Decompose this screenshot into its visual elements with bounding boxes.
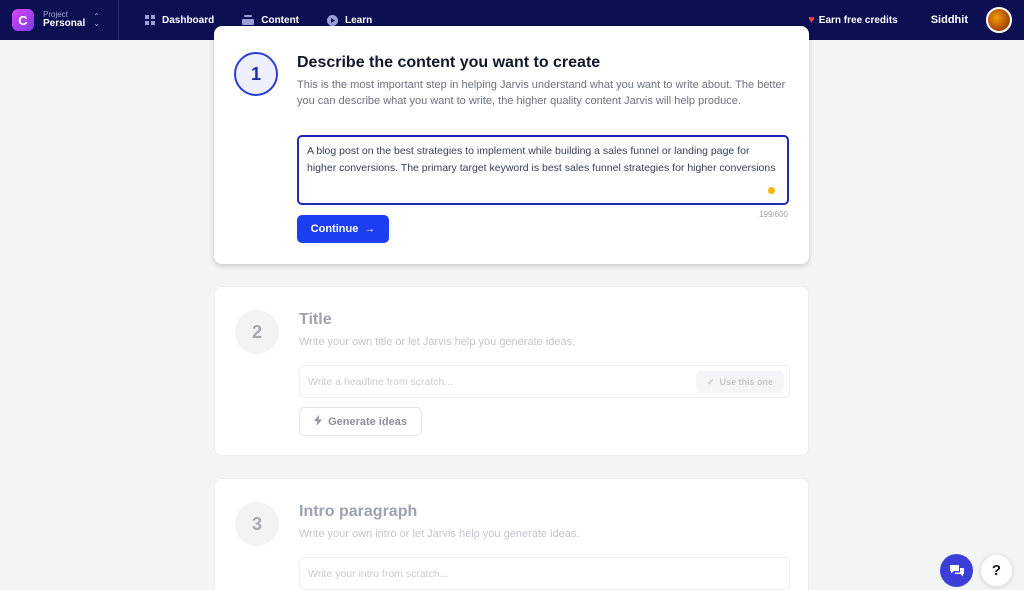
continue-button[interactable]: Continue → [297,215,389,243]
content-description-input[interactable]: A blog post on the best strategies to im… [297,135,789,205]
step-3-description: Write your own intro or let Jarvis help … [299,528,580,540]
chevron-up-down-icon: ⌃ ⌄ [93,12,100,28]
nav-learn[interactable]: Learn [327,14,373,26]
headline-input[interactable]: Write a headline from scratch... ✓ Use t… [299,365,790,398]
app-logo-icon: C [12,9,34,31]
avatar[interactable] [986,7,1012,33]
step-2-title: Title [299,311,332,328]
earn-credits-label: Earn free credits [818,14,898,26]
step-1-title: Describe the content you want to create [297,54,601,71]
continue-label: Continue [310,223,359,235]
chat-support-button[interactable] [940,554,973,587]
chat-bubbles-icon [949,564,964,576]
use-this-one-label: Use this one [719,377,774,387]
lightning-icon [314,414,323,429]
nav-learn-label: Learn [345,14,373,26]
step-1-card: 1 Describe the content you want to creat… [214,26,809,264]
intro-placeholder: Write your intro from scratch... [308,567,449,580]
step-3-card: 3 Intro paragraph Write your own intro o… [214,478,809,590]
project-info: Project Personal [43,10,86,30]
content-description-value: A blog post on the best strategies to im… [307,145,776,174]
character-count: 199/600 [759,210,788,219]
headline-placeholder: Write a headline from scratch... [308,375,454,388]
play-circle-icon [327,14,339,26]
nav-right: ♥ Earn free credits Siddhit [808,0,1012,40]
status-dot-icon [768,187,775,194]
generate-ideas-label: Generate ideas [328,415,407,428]
check-icon: ✓ [706,376,715,387]
nav-dashboard[interactable]: Dashboard [145,15,214,26]
step-2-number: 2 [235,310,279,354]
earn-credits-link[interactable]: ♥ Earn free credits [808,14,897,26]
nav-content-label: Content [261,14,300,26]
step-1-description: This is the most important step in helpi… [297,79,786,107]
generate-ideas-button[interactable]: Generate ideas [299,407,422,436]
step-3-title: Intro paragraph [299,503,418,520]
use-this-one-button[interactable]: ✓ Use this one [696,371,784,393]
grid-icon [145,15,155,25]
arrow-right-icon: → [364,223,376,235]
stack-icon [242,15,255,25]
step-1-number: 1 [234,52,278,96]
project-name: Personal [43,17,86,29]
nav-content[interactable]: Content [242,15,299,26]
step-2-description: Write your own title or let Jarvis help … [299,336,576,348]
project-switcher[interactable]: C Project Personal ⌃ ⌄ [0,0,119,40]
heart-icon: ♥ [808,14,815,26]
main-nav: Dashboard Content Learn [145,14,400,26]
help-button[interactable]: ? [980,554,1013,587]
user-name[interactable]: Siddhit [931,14,968,26]
step-3-number: 3 [235,502,279,546]
intro-input[interactable]: Write your intro from scratch... [299,557,790,590]
step-2-card: 2 Title Write your own title or let Jarv… [214,286,809,456]
nav-dashboard-label: Dashboard [162,14,215,26]
